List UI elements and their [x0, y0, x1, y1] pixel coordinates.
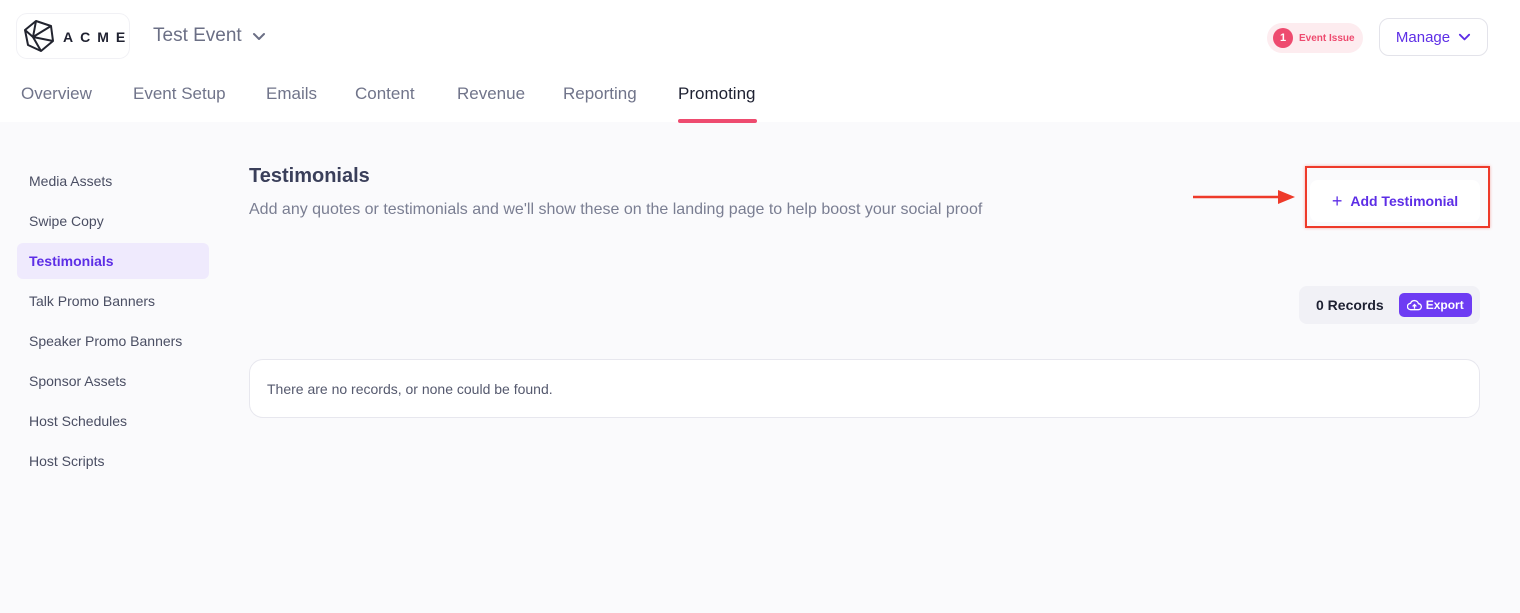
issue-count: 1: [1273, 28, 1293, 48]
export-button[interactable]: Export: [1398, 293, 1472, 317]
page-description: Add any quotes or testimonials and we'll…: [249, 201, 983, 218]
main-tabs: Overview Event Setup Emails Content Reve…: [0, 84, 800, 123]
sidebar-item-host-scripts[interactable]: Host Scripts: [17, 443, 209, 479]
arrow-right-icon: [1193, 190, 1295, 204]
sidebar-item-speaker-promo-banners[interactable]: Speaker Promo Banners: [17, 323, 209, 359]
records-list: There are no records, or none could be f…: [249, 359, 1480, 418]
logo-text: ACME: [63, 29, 133, 45]
chevron-down-icon: [252, 33, 265, 40]
sidebar-item-sponsor-assets[interactable]: Sponsor Assets: [17, 363, 209, 399]
sidebar-item-swipe-copy[interactable]: Swipe Copy: [17, 203, 209, 239]
records-toolbar: 0 Records Export: [1299, 286, 1480, 324]
chevron-down-icon: [1459, 33, 1471, 41]
event-name: Test Event: [153, 25, 242, 46]
event-selector[interactable]: Test Event: [153, 25, 266, 47]
annotation-highlight: [1305, 166, 1490, 228]
logo[interactable]: ACME: [17, 14, 129, 58]
tab-emails[interactable]: Emails: [266, 84, 317, 104]
tab-reporting[interactable]: Reporting: [563, 84, 637, 104]
tab-event-setup[interactable]: Event Setup: [133, 84, 226, 104]
tab-content[interactable]: Content: [355, 84, 415, 104]
sidebar-item-talk-promo-banners[interactable]: Talk Promo Banners: [17, 283, 209, 319]
event-issue-badge[interactable]: 1 Event Issue: [1267, 23, 1363, 53]
acme-logo-icon: [24, 20, 54, 52]
export-label: Export: [1425, 298, 1464, 312]
active-tab-indicator: [678, 119, 757, 123]
cloud-upload-icon: [1406, 299, 1422, 311]
sidebar-item-host-schedules[interactable]: Host Schedules: [17, 403, 209, 439]
tab-revenue[interactable]: Revenue: [457, 84, 525, 104]
sidebar-item-testimonials[interactable]: Testimonials: [17, 243, 209, 279]
page-title: Testimonials: [249, 165, 370, 187]
sidebar-item-media-assets[interactable]: Media Assets: [17, 163, 209, 199]
sidebar: Media Assets Swipe Copy Testimonials Tal…: [17, 163, 209, 483]
manage-label: Manage: [1395, 28, 1451, 46]
empty-message: There are no records, or none could be f…: [267, 380, 553, 397]
manage-button[interactable]: Manage: [1379, 18, 1488, 56]
issue-label: Event Issue: [1299, 32, 1355, 44]
tab-promoting[interactable]: Promoting: [678, 84, 755, 104]
records-count: 0 Records: [1316, 297, 1384, 313]
tab-overview[interactable]: Overview: [21, 84, 92, 104]
top-bar: ACME Test Event 1 Event Issue Manage Ove…: [0, 0, 1520, 123]
